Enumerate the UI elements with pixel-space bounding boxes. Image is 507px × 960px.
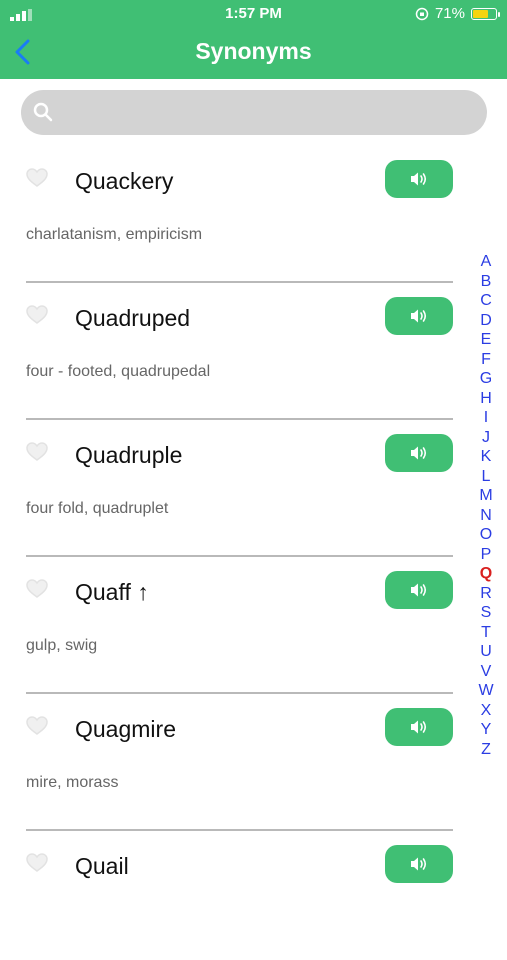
alphabet-index[interactable]: ABCDEFGHIJKLMNOPQRSTUVWXYZ: [478, 252, 494, 759]
battery-icon: [471, 7, 500, 20]
battery-level-fill: [473, 9, 488, 18]
index-letter-b[interactable]: B: [478, 272, 494, 292]
index-letter-r[interactable]: R: [478, 584, 494, 604]
index-letter-l[interactable]: L: [478, 467, 494, 487]
word-text: Quail: [75, 853, 129, 879]
synonyms-text: four - footed, quadrupedal: [26, 363, 211, 380]
speak-button[interactable]: [385, 845, 453, 883]
speaker-icon: [411, 857, 427, 871]
synonym-list: Quackery charlatanism, empiricism Quadrupe…: [0, 138, 470, 960]
index-letter-q[interactable]: Q: [478, 564, 494, 584]
word-text: Quackery: [75, 168, 174, 194]
list-item[interactable]: Quadruped four - footed, quadrupedal: [0, 275, 470, 420]
speak-button[interactable]: [385, 571, 453, 609]
synonyms-text: gulp, swig: [26, 637, 98, 654]
index-letter-c[interactable]: C: [478, 291, 494, 311]
synonyms-text: four fold, quadruplet: [26, 500, 169, 517]
heart-outline-icon[interactable]: [26, 579, 48, 599]
index-letter-p[interactable]: P: [478, 545, 494, 565]
speak-button[interactable]: [385, 160, 453, 198]
battery-status: 71%: [415, 5, 500, 22]
speak-button[interactable]: [385, 297, 453, 335]
index-letter-k[interactable]: K: [478, 447, 494, 467]
page-title: Synonyms: [195, 38, 312, 64]
index-letter-g[interactable]: G: [478, 369, 494, 389]
speaker-icon: [411, 172, 427, 186]
word-text: Quaff ↑: [75, 579, 149, 605]
status-bar: 1:57 PM 71%: [0, 0, 507, 28]
index-letter-t[interactable]: T: [478, 623, 494, 643]
speaker-icon: [411, 583, 427, 597]
index-letter-a[interactable]: A: [478, 252, 494, 272]
speak-button[interactable]: [385, 708, 453, 746]
speaker-icon: [411, 446, 427, 460]
list-item[interactable]: Quaff ↑ gulp, swig: [0, 549, 470, 694]
navigation-bar: 1:57 PM 71% Synonyms: [0, 0, 507, 79]
list-item[interactable]: Quagmire mire, morass: [0, 686, 470, 831]
index-letter-i[interactable]: I: [478, 408, 494, 428]
index-letter-z[interactable]: Z: [478, 740, 494, 760]
index-letter-m[interactable]: M: [478, 486, 494, 506]
index-letter-w[interactable]: W: [478, 681, 494, 701]
word-text: Quadruple: [75, 442, 183, 468]
heart-outline-icon[interactable]: [26, 716, 48, 736]
index-letter-o[interactable]: O: [478, 525, 494, 545]
search-bar[interactable]: [21, 90, 487, 137]
index-letter-y[interactable]: Y: [478, 720, 494, 740]
search-input[interactable]: [61, 90, 475, 137]
index-letter-e[interactable]: E: [478, 330, 494, 350]
heart-outline-icon[interactable]: [26, 168, 48, 188]
list-item[interactable]: Quail: [0, 823, 470, 960]
speaker-icon: [411, 720, 427, 734]
list-item[interactable]: Quackery charlatanism, empiricism: [0, 138, 470, 283]
heart-outline-icon[interactable]: [26, 853, 48, 873]
battery-percent: 71%: [434, 5, 465, 22]
index-letter-u[interactable]: U: [478, 642, 494, 662]
speak-button[interactable]: [385, 434, 453, 472]
index-letter-d[interactable]: D: [478, 311, 494, 331]
heart-outline-icon[interactable]: [26, 305, 48, 325]
synonyms-text: charlatanism, empiricism: [26, 226, 203, 243]
synonyms-text: mire, morass: [26, 774, 119, 791]
index-letter-f[interactable]: F: [478, 350, 494, 370]
orientation-lock-icon: [415, 7, 429, 20]
word-text: Quadruped: [75, 305, 191, 331]
index-letter-s[interactable]: S: [478, 603, 494, 623]
search-icon: [33, 102, 53, 122]
index-letter-v[interactable]: V: [478, 662, 494, 682]
index-letter-n[interactable]: N: [478, 506, 494, 526]
index-letter-x[interactable]: X: [478, 701, 494, 721]
speaker-icon: [411, 309, 427, 323]
list-item[interactable]: Quadruple four fold, quadruplet: [0, 412, 470, 557]
word-text: Quagmire: [75, 716, 176, 742]
index-letter-j[interactable]: J: [478, 428, 494, 448]
heart-outline-icon[interactable]: [26, 442, 48, 462]
index-letter-h[interactable]: H: [478, 389, 494, 409]
